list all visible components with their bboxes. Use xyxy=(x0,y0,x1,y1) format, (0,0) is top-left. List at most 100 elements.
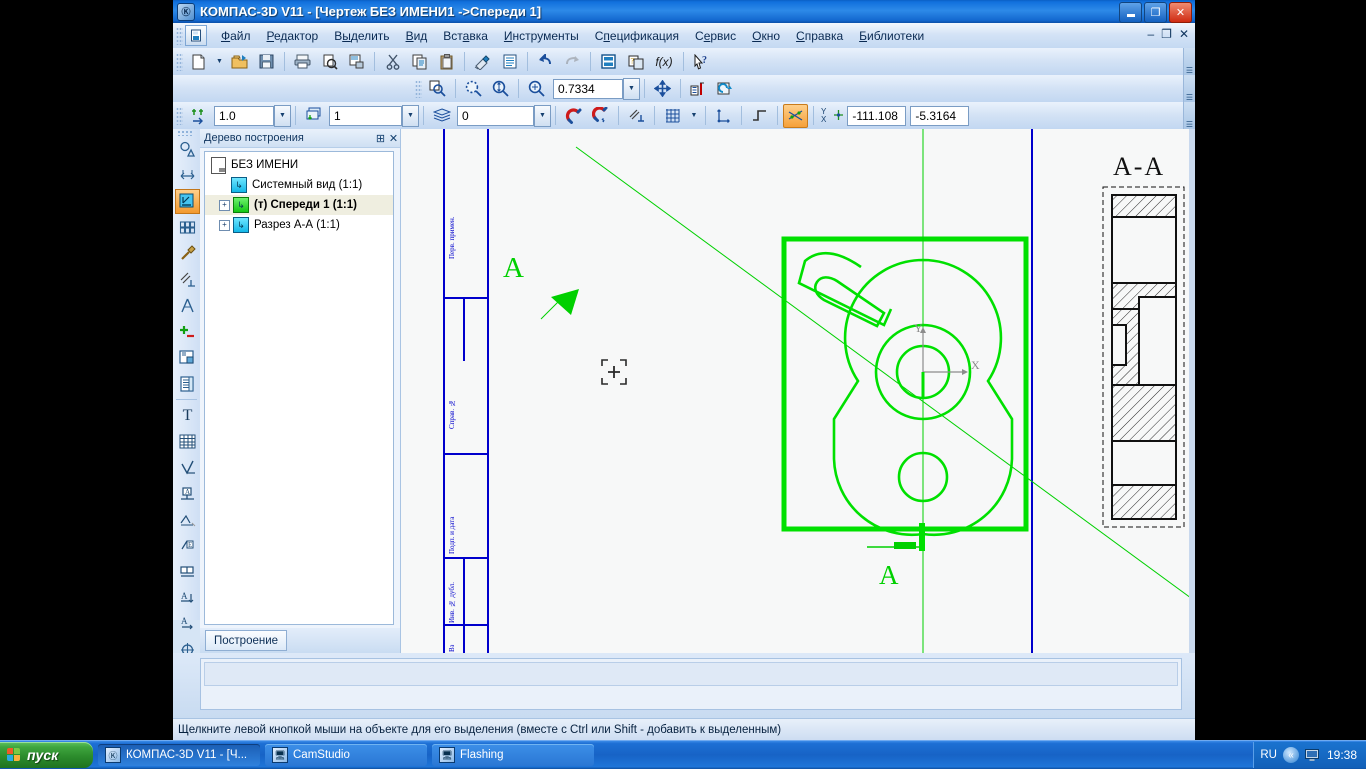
property-panel-field-row[interactable] xyxy=(204,662,1178,686)
layer-value-input[interactable]: 1 xyxy=(329,106,402,126)
layers-icon[interactable] xyxy=(301,104,326,128)
view-dropdown-icon[interactable]: ▼ xyxy=(534,105,551,127)
magnet-snap-icon[interactable] xyxy=(588,104,613,128)
insert-macro-icon[interactable] xyxy=(175,319,200,344)
doc-minimize-button[interactable]: – xyxy=(1147,27,1154,41)
taskbar-item-flashing[interactable]: 🖥 Flashing xyxy=(432,744,594,766)
undo-icon[interactable] xyxy=(533,50,558,74)
restore-button[interactable]: ❐ xyxy=(1144,2,1167,23)
view-toolbar-grip[interactable] xyxy=(415,80,422,98)
document-icon[interactable] xyxy=(185,25,207,46)
zoom-fit-icon[interactable] xyxy=(425,77,450,101)
canvas-vertical-scrollbar[interactable] xyxy=(1189,129,1195,653)
refresh-icon[interactable] xyxy=(713,77,738,101)
view-value-input[interactable]: 0 xyxy=(457,106,534,126)
dimensions-icon[interactable] xyxy=(175,163,200,188)
current-state-grip[interactable] xyxy=(176,107,183,125)
property-panel-inner[interactable] xyxy=(200,658,1182,710)
standard-toolbar-grip[interactable] xyxy=(176,53,183,71)
menu-item-window[interactable]: Окно xyxy=(744,27,788,45)
zoom-window-icon[interactable] xyxy=(461,77,486,101)
grid-icon[interactable] xyxy=(660,104,685,128)
zoom-scale-icon[interactable] xyxy=(524,77,549,101)
expand-icon[interactable]: + xyxy=(219,200,230,211)
menu-item-service[interactable]: Сервис xyxy=(687,27,744,45)
compass-icon[interactable] xyxy=(175,293,200,318)
parametrization-icon[interactable] xyxy=(175,267,200,292)
grid-dropdown-icon[interactable]: ▼ xyxy=(687,104,700,128)
start-button[interactable]: пуск xyxy=(0,742,93,768)
copy-icon[interactable] xyxy=(407,50,432,74)
step-dropdown-icon[interactable]: ▼ xyxy=(274,105,291,127)
format-brush-icon[interactable] xyxy=(470,50,495,74)
restrictions-icon[interactable] xyxy=(624,104,649,128)
view-stack-icon[interactable] xyxy=(429,104,454,128)
menu-grip[interactable] xyxy=(176,27,183,45)
menu-item-specification[interactable]: Спецификация xyxy=(587,27,687,45)
step-value-input[interactable]: 1.0 xyxy=(214,106,274,126)
text-icon[interactable]: T xyxy=(175,403,200,428)
new-document-dropdown-icon[interactable]: ▼ xyxy=(213,50,225,74)
view-panel-icon[interactable] xyxy=(175,345,200,370)
snap-toggle-icon[interactable] xyxy=(783,104,808,128)
array-icon[interactable] xyxy=(175,215,200,240)
taskbar-item-kompas[interactable]: Ⓚ КОМПАС-3D V11 - [Ч... xyxy=(98,744,260,766)
doc-close-button[interactable]: ✕ xyxy=(1179,27,1189,41)
tree-body[interactable]: БЕЗ ИМЕНИ ↳ Системный вид (1:1) + ↳ (т) … xyxy=(204,151,394,625)
paste-icon[interactable] xyxy=(434,50,459,74)
compact-panel-grip[interactable] xyxy=(177,130,193,136)
roughness-icon[interactable] xyxy=(175,455,200,480)
tree-root-item[interactable]: БЕЗ ИМЕНИ xyxy=(205,155,393,175)
taskbar-item-camstudio[interactable]: 🖥 CamStudio xyxy=(265,744,427,766)
menu-item-editor[interactable]: Редактор xyxy=(259,27,327,45)
coord-x-input[interactable]: -111.108 xyxy=(847,106,906,126)
table-icon[interactable] xyxy=(175,429,200,454)
open-document-icon[interactable] xyxy=(227,50,252,74)
print-icon[interactable] xyxy=(290,50,315,74)
current-state-overflow[interactable]: ☰ xyxy=(1183,102,1195,129)
properties-icon[interactable] xyxy=(497,50,522,74)
close-button[interactable]: ✕ xyxy=(1169,2,1192,23)
close-icon[interactable]: ✕ xyxy=(387,132,400,145)
monitor-icon[interactable] xyxy=(1304,747,1320,763)
specification-icon[interactable] xyxy=(175,371,200,396)
doc-restore-button[interactable]: ❐ xyxy=(1161,27,1172,41)
tree-item-system-view[interactable]: ↳ Системный вид (1:1) xyxy=(205,175,393,195)
context-help-icon[interactable]: ? xyxy=(689,50,714,74)
print-area-icon[interactable] xyxy=(344,50,369,74)
drawing-canvas[interactable]: Перв. примен. Справ. № Подп. и дата Инв.… xyxy=(401,129,1195,653)
zoom-scale-value[interactable]: 0.7334 xyxy=(553,79,623,99)
save-document-icon[interactable] xyxy=(254,50,279,74)
zoom-dynamic-icon[interactable] xyxy=(488,77,513,101)
menu-item-view[interactable]: Вид xyxy=(398,27,436,45)
order-view-icon[interactable] xyxy=(686,77,711,101)
language-indicator[interactable]: RU xyxy=(1260,749,1277,761)
view-arrow-icon[interactable]: A xyxy=(175,585,200,610)
tree-item-section-aa[interactable]: + ↳ Разрез А-А (1:1) xyxy=(205,215,393,235)
print-preview-icon[interactable] xyxy=(317,50,342,74)
tolerance-icon[interactable]: E xyxy=(175,533,200,558)
axis-designation-icon[interactable]: A xyxy=(175,611,200,636)
layer-dropdown-icon[interactable]: ▼ xyxy=(402,105,419,127)
minimize-button[interactable] xyxy=(1119,2,1142,23)
tab-construction[interactable]: Построение xyxy=(205,630,287,651)
step-curve-icon[interactable] xyxy=(747,104,772,128)
zoom-scale-dropdown-icon[interactable]: ▼ xyxy=(623,78,640,100)
editing-icon[interactable] xyxy=(175,189,200,214)
menu-item-select[interactable]: Выделить xyxy=(326,27,397,45)
expression-icon[interactable]: f(x) xyxy=(650,50,678,74)
expand-icon[interactable]: + xyxy=(219,220,230,231)
menu-item-tools[interactable]: Инструменты xyxy=(496,27,587,45)
standard-toolbar-overflow[interactable]: ☰ xyxy=(1183,48,1195,75)
tree-item-front-view[interactable]: + ↳ (т) Спереди 1 (1:1) xyxy=(205,195,393,215)
leader-line-icon[interactable] xyxy=(175,507,200,532)
pan-icon[interactable] xyxy=(650,77,675,101)
pin-icon[interactable]: ⊞ xyxy=(374,132,387,145)
menu-item-insert[interactable]: Вставка xyxy=(435,27,496,45)
new-document-icon[interactable] xyxy=(186,50,211,74)
geometry-icon[interactable] xyxy=(175,137,200,162)
redo-icon[interactable] xyxy=(560,50,585,74)
clock[interactable]: 19:38 xyxy=(1327,748,1357,762)
magnet-icon[interactable] xyxy=(561,104,586,128)
menu-item-libraries[interactable]: Библиотеки xyxy=(851,27,932,45)
